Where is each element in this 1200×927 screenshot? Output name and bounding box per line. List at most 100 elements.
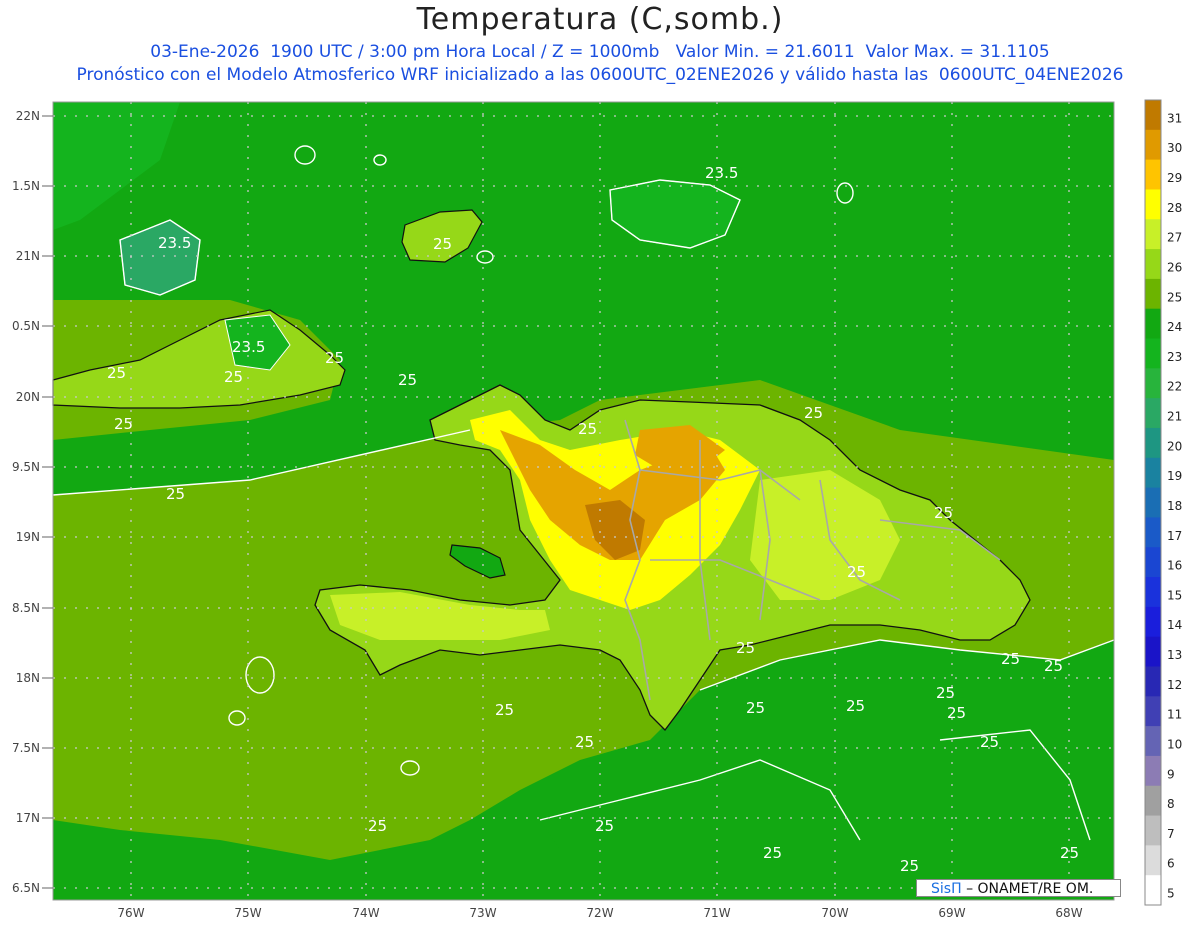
contour-label: 25 <box>166 485 185 503</box>
credit-text: – ONAMET/RE OM. <box>966 881 1094 897</box>
lat-label: 7.5N <box>12 741 40 755</box>
sispi-logo: SisΠ <box>931 881 962 897</box>
colorbar-label: 19 <box>1167 469 1182 483</box>
colorbar-swatch <box>1145 577 1161 608</box>
lon-label: 73W <box>469 906 496 920</box>
colorbar-swatch <box>1145 636 1161 667</box>
lat-label: 19N <box>16 530 40 544</box>
colorbar-label: 14 <box>1167 618 1182 632</box>
colorbar-swatch <box>1145 517 1161 548</box>
colorbar-swatch <box>1145 249 1161 280</box>
lat-label: 18N <box>16 671 40 685</box>
contour-label: 25 <box>114 415 133 433</box>
colorbar-label: 17 <box>1167 529 1182 543</box>
colorbar-swatch <box>1145 100 1161 131</box>
colorbar-labels: 31 30 29 28 27 26 25 24 23 22 21 20 19 18 17 16 15 14 13 12… <box>1167 111 1182 900</box>
colorbar-label: 22 <box>1167 380 1182 394</box>
lon-label: 70W <box>821 906 848 920</box>
lat-label: 17N <box>16 811 40 825</box>
colorbar-label: 6 <box>1167 857 1175 871</box>
lon-label: 69W <box>938 906 965 920</box>
colorbar-swatch <box>1145 547 1161 578</box>
lon-label: 76W <box>117 906 144 920</box>
colorbar-swatch <box>1145 845 1161 876</box>
colorbar-swatch <box>1145 726 1161 757</box>
colorbar-swatch <box>1145 129 1161 161</box>
colorbar-label: 28 <box>1167 201 1182 215</box>
colorbar-label: 31 <box>1167 111 1182 125</box>
colorbar-label: 12 <box>1167 678 1182 692</box>
colorbar-swatch <box>1145 696 1161 727</box>
colorbar-swatch <box>1145 398 1161 429</box>
contour-label: 23.5 <box>232 338 265 356</box>
contour-label: 25 <box>368 817 387 835</box>
colorbar-label: 21 <box>1167 410 1182 424</box>
lon-label: 74W <box>352 906 379 920</box>
colorbar-swatch <box>1145 368 1161 399</box>
contour-label: 25 <box>433 235 452 253</box>
temperature-map: 23.5 23.5 23.5 25 25 25 25 25 25 25 25 2… <box>12 99 1182 920</box>
contour-label: 25 <box>575 733 594 751</box>
colorbar-swatch <box>1145 815 1161 846</box>
colorbar-swatch <box>1145 219 1161 250</box>
colorbar-swatch <box>1145 457 1161 489</box>
colorbar-label: 30 <box>1167 141 1182 155</box>
colorbar-swatch <box>1145 278 1161 310</box>
lon-label: 75W <box>234 906 261 920</box>
colorbar-label: 10 <box>1167 737 1182 751</box>
contour-label: 25 <box>947 704 966 722</box>
lon-label: 68W <box>1055 906 1082 920</box>
latitude-ticks <box>42 115 53 889</box>
latitude-labels: 22N 1.5N 21N 0.5N 20N 9.5N 19N 8.5N 18N … <box>12 109 40 895</box>
colorbar-label: 5 <box>1167 887 1175 901</box>
credit-box: SisΠ – ONAMET/RE OM. <box>916 879 1121 897</box>
contour-label: 25 <box>847 563 866 581</box>
colorbar-swatch <box>1145 189 1161 220</box>
colorbar-swatch <box>1145 875 1161 906</box>
contour-label: 25 <box>224 368 243 386</box>
contour-label: 25 <box>804 404 823 422</box>
contour-label: 25 <box>578 420 597 438</box>
contour-label: 25 <box>1001 650 1020 668</box>
colorbar-swatch <box>1145 487 1161 518</box>
colorbar-swatch <box>1145 308 1161 340</box>
colorbar-label: 23 <box>1167 350 1182 364</box>
contour-label: 25 <box>763 844 782 862</box>
lat-label: 6.5N <box>12 881 40 895</box>
colorbar-swatch <box>1145 666 1161 697</box>
colorbar-swatch <box>1145 606 1161 638</box>
lat-label: 9.5N <box>12 460 40 474</box>
colorbar-label: 27 <box>1167 231 1182 245</box>
colorbar-label: 13 <box>1167 648 1182 662</box>
colorbar-label: 9 <box>1167 767 1175 781</box>
contour-label: 25 <box>746 699 765 717</box>
colorbar-label: 8 <box>1167 797 1175 811</box>
colorbar-swatch <box>1145 755 1161 787</box>
contour-label: 25 <box>107 364 126 382</box>
colorbar-swatch <box>1145 159 1161 190</box>
colorbar-label: 16 <box>1167 559 1182 573</box>
longitude-labels: 76W 75W 74W 73W 72W 71W 70W 69W 68W <box>117 906 1082 920</box>
lon-label: 72W <box>586 906 613 920</box>
lat-label: 21N <box>16 249 40 263</box>
colorbar-label: 18 <box>1167 499 1182 513</box>
contour-label: 23.5 <box>158 234 191 252</box>
lat-label: 20N <box>16 390 40 404</box>
contour-label: 25 <box>495 701 514 719</box>
contour-label: 25 <box>325 349 344 367</box>
colorbar-label: 15 <box>1167 588 1182 602</box>
contour-label: 25 <box>1060 844 1079 862</box>
lat-label: 8.5N <box>12 601 40 615</box>
contour-label: 25 <box>1044 657 1063 675</box>
contour-label: 25 <box>736 639 755 657</box>
contour-label: 23.5 <box>705 164 738 182</box>
colorbar <box>1144 99 1162 906</box>
lat-label: 0.5N <box>12 319 40 333</box>
colorbar-swatch <box>1145 427 1161 459</box>
colorbar-label: 25 <box>1167 290 1182 304</box>
colorbar-label: 20 <box>1167 439 1182 453</box>
colorbar-swatch <box>1145 785 1161 817</box>
contour-label: 25 <box>595 817 614 835</box>
contour-label: 25 <box>934 504 953 522</box>
colorbar-label: 7 <box>1167 827 1175 841</box>
